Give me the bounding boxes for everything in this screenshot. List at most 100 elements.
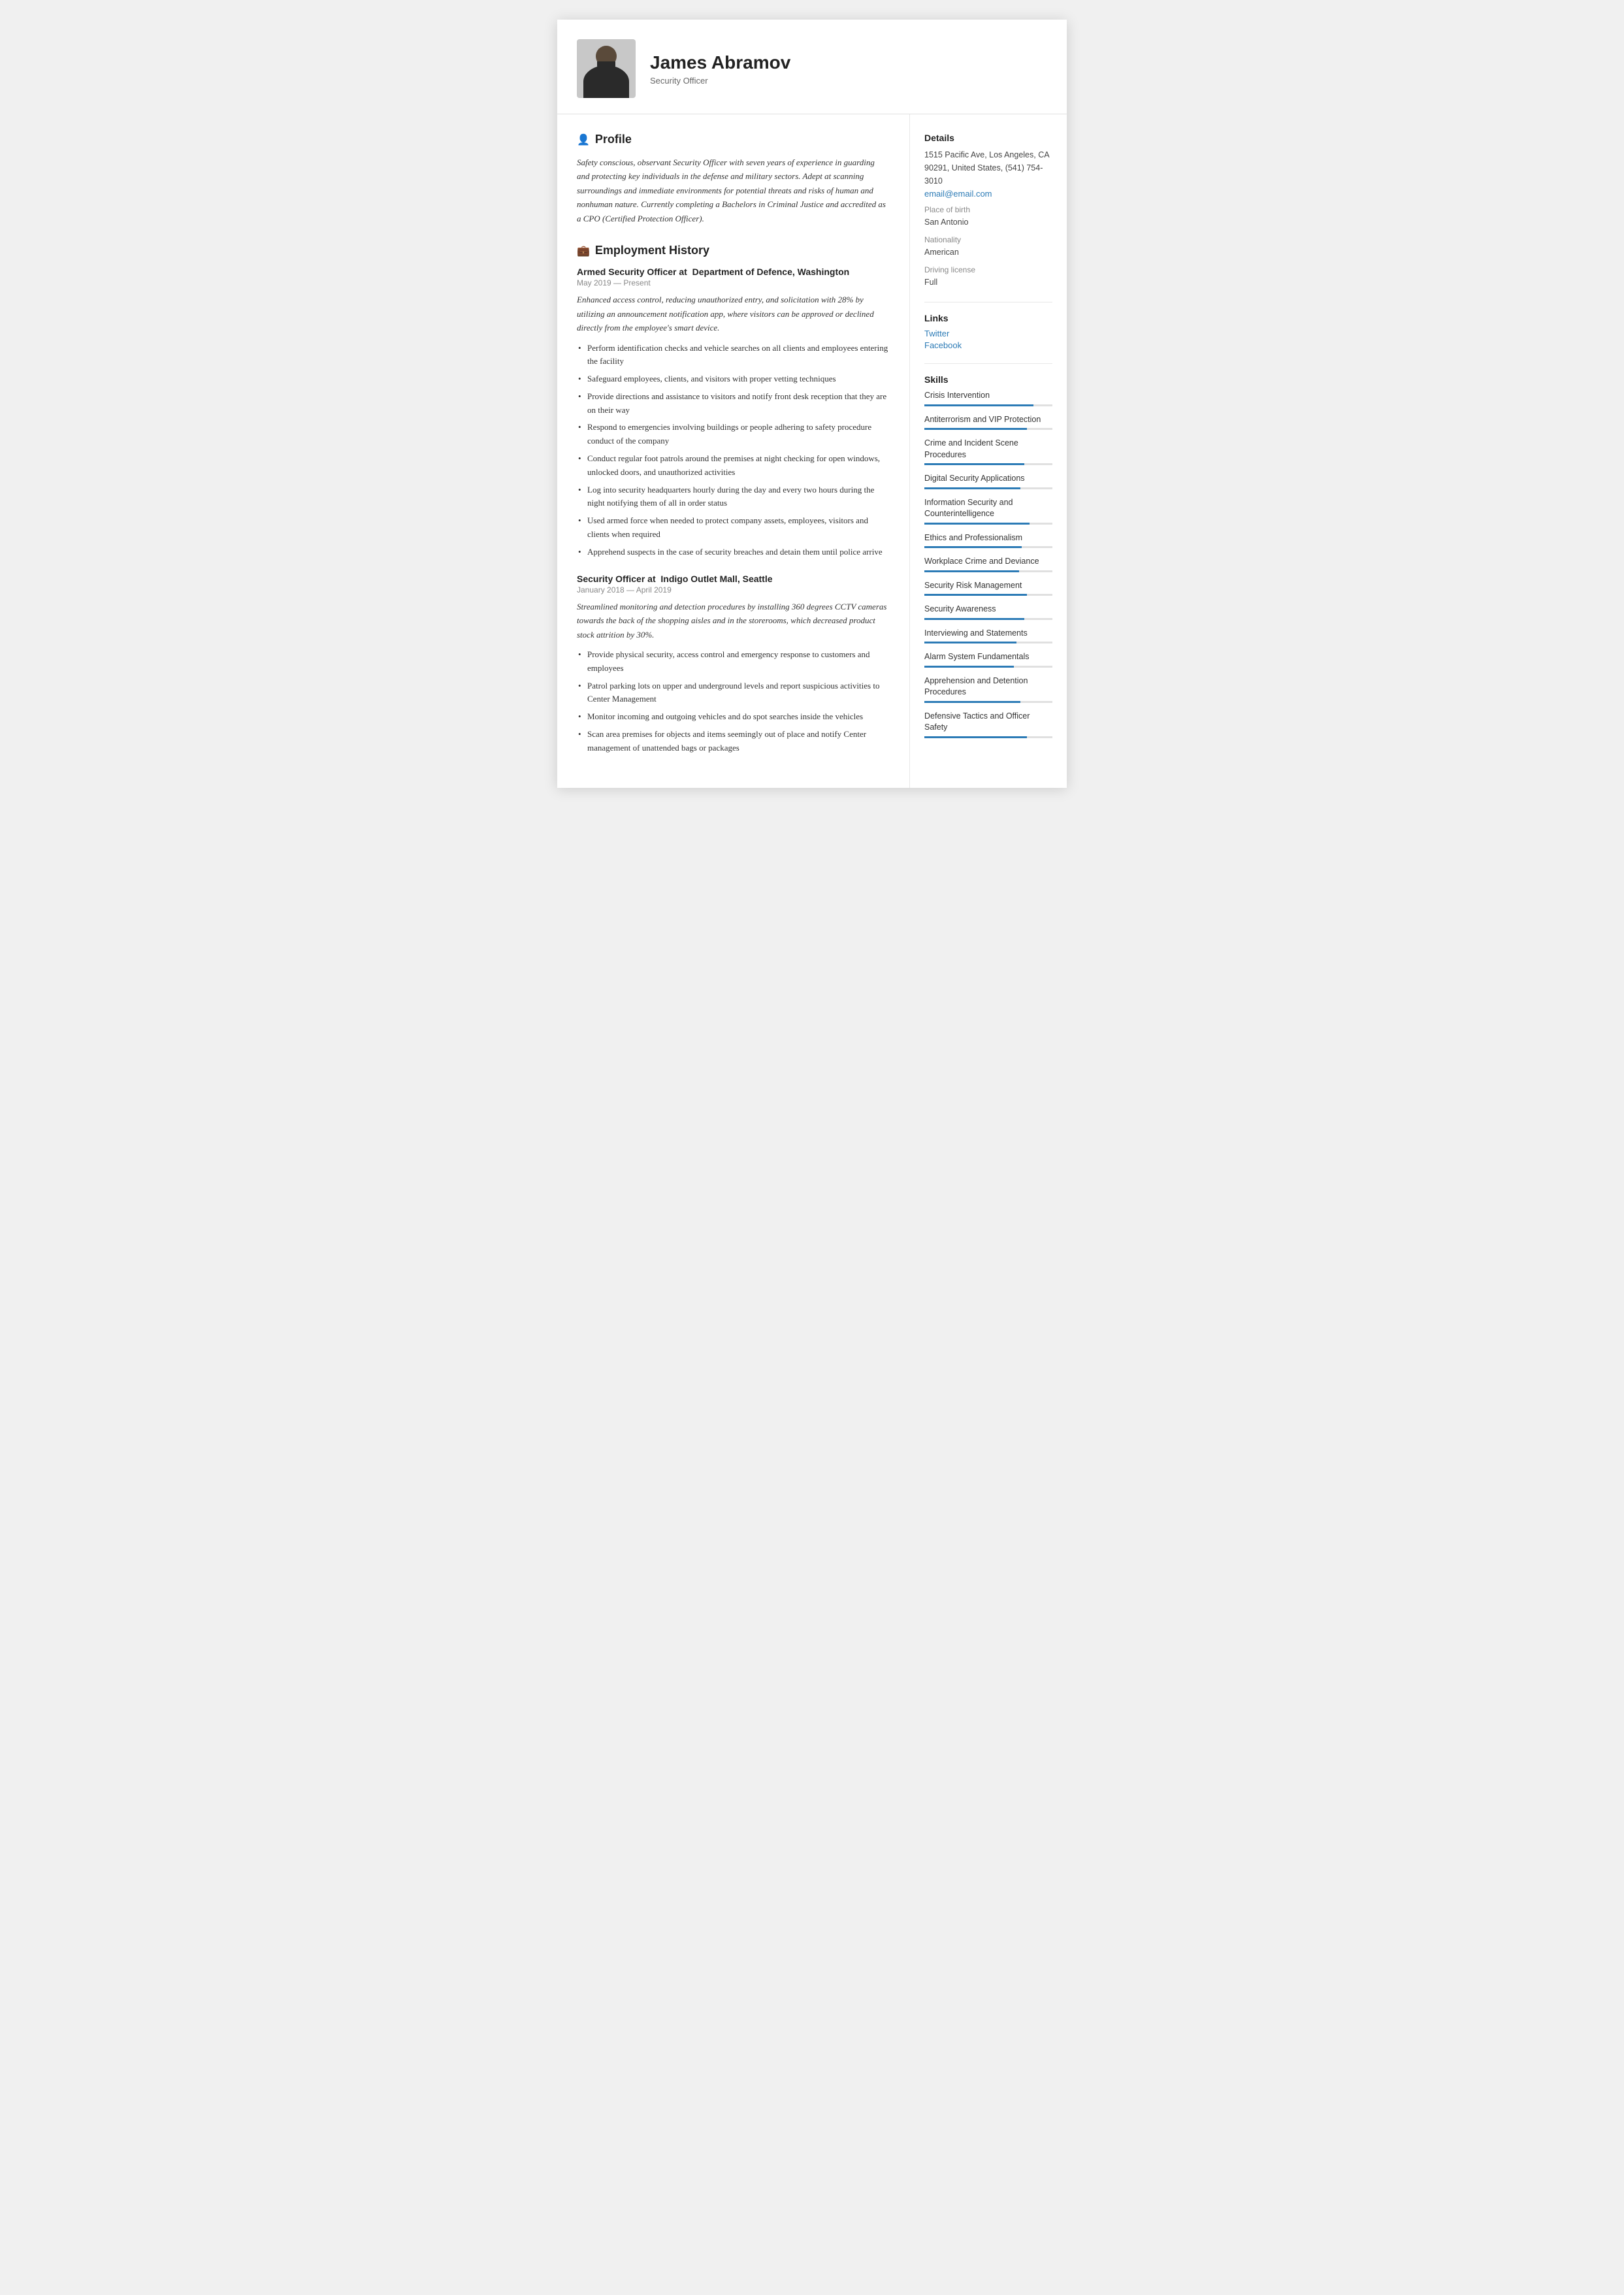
skill-item: Security Risk Management	[924, 580, 1052, 596]
list-item: Log into security headquarters hourly du…	[577, 483, 888, 511]
avatar-figure	[577, 39, 636, 98]
employment-section: 💼 Employment History Armed Security Offi…	[577, 244, 888, 755]
list-item: Apprehend suspects in the case of securi…	[577, 545, 888, 559]
skill-bar-container	[924, 463, 1052, 465]
profile-section: 👤 Profile Safety conscious, observant Se…	[577, 133, 888, 225]
list-item: Used armed force when needed to protect …	[577, 514, 888, 542]
skill-item: Crisis Intervention	[924, 390, 1052, 406]
right-column: Details 1515 Pacific Ave, Los Angeles, C…	[910, 114, 1067, 788]
skill-bar	[924, 642, 1016, 643]
avatar-body	[583, 65, 629, 98]
driving-license-label: Driving license	[924, 265, 1052, 274]
skill-item: Digital Security Applications	[924, 473, 1052, 489]
list-item: Provide directions and assistance to vis…	[577, 390, 888, 417]
skill-name: Security Awareness	[924, 604, 1052, 615]
nationality-label: Nationality	[924, 235, 1052, 244]
job-1-date: May 2019 — Present	[577, 278, 888, 287]
avatar	[577, 39, 636, 98]
job-1: Armed Security Officer at Department of …	[577, 267, 888, 559]
skill-item: Apprehension and Detention Procedures	[924, 675, 1052, 703]
place-of-birth: San Antonio	[924, 216, 1052, 229]
skill-name: Antiterrorism and VIP Protection	[924, 414, 1052, 426]
divider-2	[924, 363, 1052, 364]
main-layout: 👤 Profile Safety conscious, observant Se…	[557, 114, 1067, 788]
skill-name: Ethics and Professionalism	[924, 532, 1052, 544]
skills-list: Crisis Intervention Antiterrorism and VIP…	[924, 390, 1052, 738]
candidate-title: Security Officer	[650, 76, 1041, 86]
skill-item: Security Awareness	[924, 604, 1052, 620]
skill-bar	[924, 570, 1019, 572]
skill-name: Apprehension and Detention Procedures	[924, 675, 1052, 698]
skill-name: Defensive Tactics and Officer Safety	[924, 711, 1052, 734]
skill-bar-container	[924, 546, 1052, 548]
header-info: James Abramov Security Officer	[650, 52, 1041, 86]
profile-title: 👤 Profile	[577, 133, 888, 146]
skill-bar-container	[924, 594, 1052, 596]
skill-name: Interviewing and Statements	[924, 628, 1052, 640]
skill-bar-container	[924, 736, 1052, 738]
skill-bar	[924, 736, 1027, 738]
list-item: Respond to emergencies involving buildin…	[577, 421, 888, 448]
skill-bar-container	[924, 428, 1052, 430]
profile-text: Safety conscious, observant Security Off…	[577, 155, 888, 225]
left-column: 👤 Profile Safety conscious, observant Se…	[557, 114, 910, 788]
skill-bar-container	[924, 570, 1052, 572]
job-2-date: January 2018 — April 2019	[577, 585, 888, 594]
list-item: Provide physical security, access contro…	[577, 648, 888, 675]
skill-item: Crime and Incident Scene Procedures	[924, 438, 1052, 465]
place-of-birth-label: Place of birth	[924, 205, 1052, 214]
skill-name: Information Security and Counterintellig…	[924, 497, 1052, 520]
job-1-desc: Enhanced access control, reducing unauth…	[577, 293, 888, 334]
detail-address: 1515 Pacific Ave, Los Angeles, CA 90291,…	[924, 148, 1052, 187]
list-item: Perform identification checks and vehicl…	[577, 342, 888, 369]
list-item: Monitor incoming and outgoing vehicles a…	[577, 710, 888, 724]
skill-bar-container	[924, 618, 1052, 620]
skill-name: Crisis Intervention	[924, 390, 1052, 402]
details-section: Details 1515 Pacific Ave, Los Angeles, C…	[924, 133, 1052, 289]
skill-bar	[924, 594, 1027, 596]
skill-bar-container	[924, 523, 1052, 525]
skill-bar	[924, 463, 1024, 465]
resume-container: James Abramov Security Officer 👤 Profile…	[557, 20, 1067, 788]
link-facebook[interactable]: Facebook	[924, 340, 1052, 350]
skill-name: Digital Security Applications	[924, 473, 1052, 485]
skill-item: Defensive Tactics and Officer Safety	[924, 711, 1052, 738]
job-2-bullets: Provide physical security, access contro…	[577, 648, 888, 755]
links-title: Links	[924, 313, 1052, 323]
job-1-bullets: Perform identification checks and vehicl…	[577, 342, 888, 559]
header: James Abramov Security Officer	[557, 20, 1067, 114]
skill-item: Antiterrorism and VIP Protection	[924, 414, 1052, 431]
employment-title: 💼 Employment History	[577, 244, 888, 257]
skill-bar-container	[924, 666, 1052, 668]
skill-item: Ethics and Professionalism	[924, 532, 1052, 549]
skill-item: Workplace Crime and Deviance	[924, 556, 1052, 572]
skill-bar	[924, 701, 1020, 703]
nationality: American	[924, 246, 1052, 259]
skill-item: Information Security and Counterintellig…	[924, 497, 1052, 525]
skills-title: Skills	[924, 374, 1052, 385]
candidate-name: James Abramov	[650, 52, 1041, 73]
skill-bar	[924, 487, 1020, 489]
employment-icon: 💼	[577, 244, 590, 257]
job-2: Security Officer at Indigo Outlet Mall, …	[577, 574, 888, 755]
link-twitter[interactable]: Twitter	[924, 329, 1052, 338]
skill-bar	[924, 618, 1024, 620]
list-item: Patrol parking lots on upper and undergr…	[577, 679, 888, 707]
skill-name: Workplace Crime and Deviance	[924, 556, 1052, 568]
skill-bar-container	[924, 642, 1052, 643]
skill-bar-container	[924, 701, 1052, 703]
skill-name: Security Risk Management	[924, 580, 1052, 592]
skill-name: Crime and Incident Scene Procedures	[924, 438, 1052, 461]
skills-section: Skills Crisis Intervention Antiterrorism …	[924, 374, 1052, 738]
detail-email[interactable]: email@email.com	[924, 189, 1052, 199]
details-title: Details	[924, 133, 1052, 143]
skill-bar-container	[924, 487, 1052, 489]
skill-bar-container	[924, 404, 1052, 406]
driving-license: Full	[924, 276, 1052, 289]
skill-bar	[924, 523, 1030, 525]
list-item: Scan area premises for objects and items…	[577, 728, 888, 755]
skill-bar	[924, 404, 1033, 406]
profile-icon: 👤	[577, 133, 590, 146]
links-section: Links Twitter Facebook	[924, 313, 1052, 350]
list-item: Safeguard employees, clients, and visito…	[577, 372, 888, 386]
